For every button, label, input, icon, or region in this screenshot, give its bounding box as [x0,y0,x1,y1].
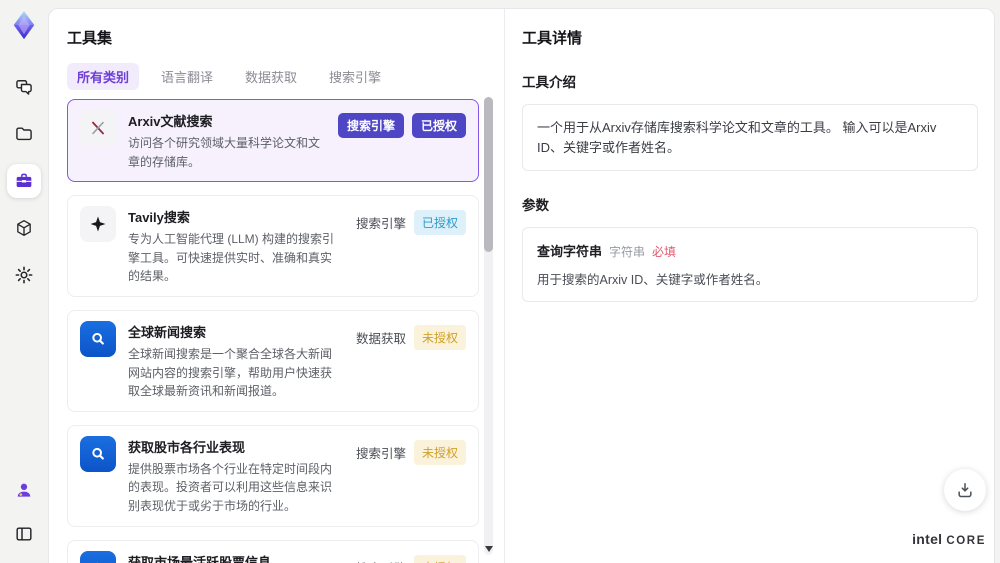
tab-all-categories[interactable]: 所有类别 [67,63,140,90]
tab-data-fetch[interactable]: 数据获取 [235,63,307,90]
tool-name: Tavily搜索 [128,210,190,226]
download-icon [958,483,972,498]
param-name: 查询字符串 [537,244,603,259]
collapse-panel-icon[interactable] [7,517,41,551]
tool-card-tavily[interactable]: Tavily搜索 专为人工智能代理 (LLM) 构建的搜索引擎工具。可快速提供实… [67,195,479,297]
category-tabs: 所有类别 语言翻译 数据获取 搜索引擎 [67,63,504,90]
intel-wordmark: intel [912,531,943,547]
category-badge: 搜索引擎 [356,554,406,563]
tab-translation[interactable]: 语言翻译 [151,63,223,90]
app-window: 工具集 所有类别 语言翻译 数据获取 搜索引擎 Arxiv文献搜索 访问各个研究… [0,0,1000,563]
tool-name: 获取股市各行业表现 [128,439,246,455]
tab-search-engine[interactable]: 搜索引擎 [319,63,391,90]
package-icon[interactable] [7,211,41,245]
intro-heading: 工具介绍 [522,75,576,90]
toolbox-icon[interactable] [7,164,41,198]
intro-card: 一个用于从Arxiv存储库搜索科学论文和文章的工具。 输入可以是Arxiv ID… [522,104,978,171]
tool-description: 访问各个研究领域大量科学论文和文章的存储库。 [128,136,321,169]
intro-text: 一个用于从Arxiv存储库搜索科学论文和文章的工具。 输入可以是Arxiv ID… [537,120,937,155]
tool-card-sector-performance[interactable]: 获取股市各行业表现 提供股票市场各个行业在特定时间段内的表现。投资者可以利用这些… [67,424,479,527]
core-wordmark: core [946,535,986,547]
user-avatar-icon[interactable] [7,473,41,507]
tool-card-arxiv[interactable]: Arxiv文献搜索 访问各个研究领域大量科学论文和文章的存储库。 搜索引擎 已授… [67,99,479,183]
param-type: 字符串 [609,245,646,259]
tool-description: 提供股票市场各个行业在特定时间段内的表现。投资者可以利用这些信息来识别表现优于或… [128,461,333,513]
download-button[interactable] [944,469,986,511]
tool-name: 全球新闻搜索 [128,324,207,340]
detail-title: 工具详情 [522,30,583,47]
params-heading: 参数 [522,198,549,213]
settings-icon[interactable] [7,258,41,292]
category-badge: 搜索引擎 [337,113,404,138]
tool-list-pane: 工具集 所有类别 语言翻译 数据获取 搜索引擎 Arxiv文献搜索 访问各个研究… [49,9,504,563]
tool-detail-pane: 工具详情 工具介绍 一个用于从Arxiv存储库搜索科学论文和文章的工具。 输入可… [505,9,994,563]
tool-description: 全球新闻搜索是一个聚合全球各大新闻网站内容的搜索引擎，帮助用户快速获取全球最新资… [128,346,333,399]
category-badge: 搜索引擎 [355,217,406,232]
category-badge: 数据获取 [355,331,406,346]
param-required-badge: 必填 [652,245,677,259]
page-title: 工具集 [67,30,113,47]
scroll-down-arrow-icon[interactable] [484,546,493,552]
auth-status-badge[interactable]: 已授权 [413,210,466,236]
auth-status-badge[interactable]: 未授权 [413,554,466,563]
tool-description: 专为人工智能代理 (LLM) 构建的搜索引擎工具。可快速提供实时、准确和真实的结… [128,232,335,284]
tool-name: Arxiv文献搜索 [128,114,213,129]
list-scrollbar[interactable] [484,97,493,555]
auth-status-badge[interactable]: 已授权 [411,113,466,138]
blue-search-icon [80,320,116,357]
arxiv-icon [80,110,116,146]
rail-bottom [7,473,41,551]
tool-card-most-active-stocks[interactable]: 获取市场最活跃股票信息 提供当天交易量最高的股票列表，投资者可以利用这些信息来识… [67,539,479,563]
folder-icon[interactable] [7,117,41,151]
app-logo [9,10,39,40]
blue-search-icon [80,435,116,472]
star-icon [80,206,116,243]
blue-search-icon [80,550,116,563]
chat-icon[interactable] [7,70,41,104]
intel-core-logo: intel core [912,531,986,547]
main-card: 工具集 所有类别 语言翻译 数据获取 搜索引擎 Arxiv文献搜索 访问各个研究… [48,8,995,563]
tool-list: Arxiv文献搜索 访问各个研究领域大量科学论文和文章的存储库。 搜索引擎 已授… [67,99,479,563]
tool-card-global-news[interactable]: 全球新闻搜索 全球新闻搜索是一个聚合全球各大新闻网站内容的搜索引擎，帮助用户快速… [67,309,479,412]
auth-status-badge[interactable]: 未授权 [413,324,466,350]
scrollbar-thumb[interactable] [484,97,493,252]
param-description: 用于搜索的Arxiv ID、关键字或作者姓名。 [537,273,769,287]
tool-name: 获取市场最活跃股票信息 [128,554,272,563]
param-card: 查询字符串 字符串 必填 用于搜索的Arxiv ID、关键字或作者姓名。 [522,227,978,302]
left-rail [0,0,48,563]
category-badge: 搜索引擎 [355,446,406,461]
auth-status-badge[interactable]: 未授权 [413,439,466,465]
rail-nav [7,70,41,292]
